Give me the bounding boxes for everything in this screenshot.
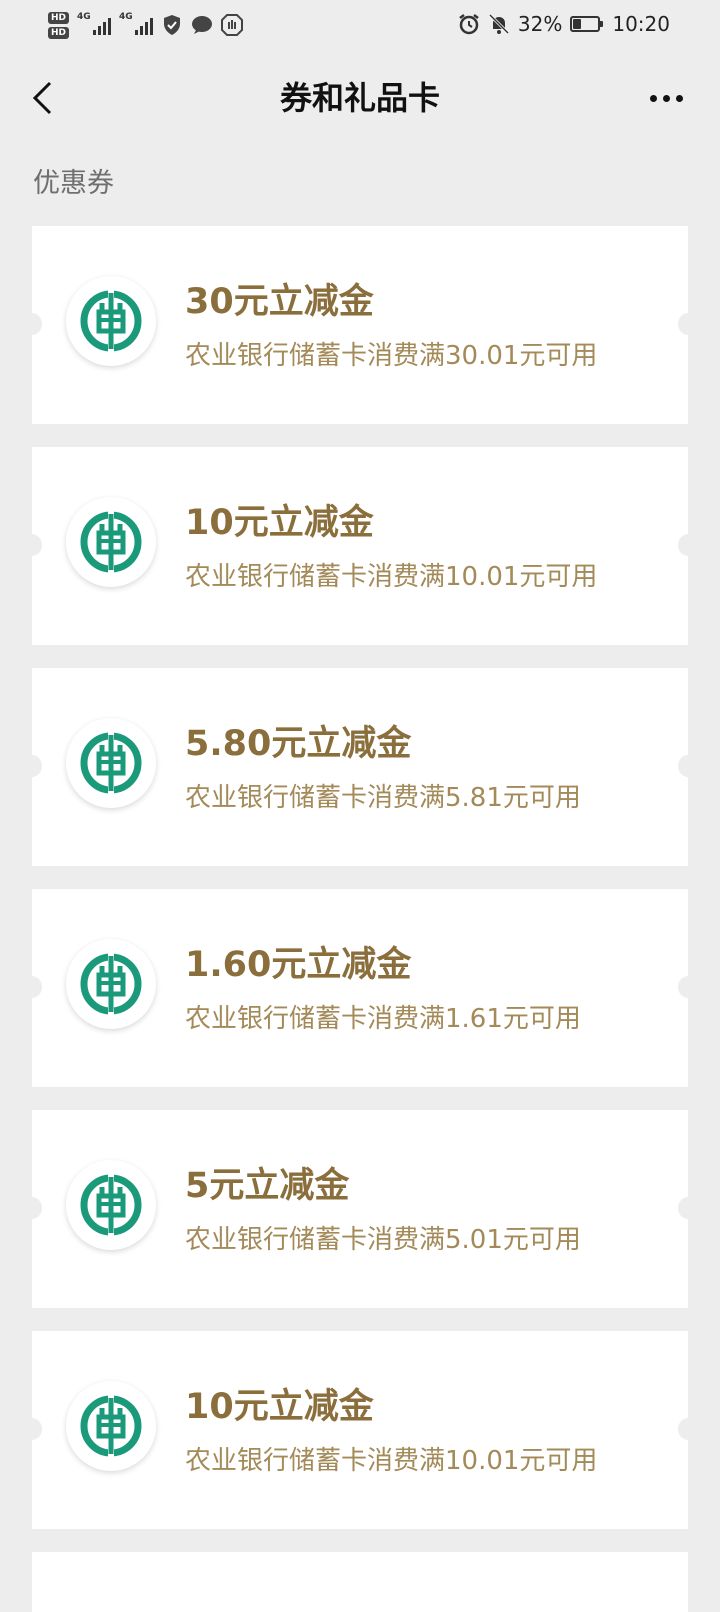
more-button[interactable]	[642, 74, 690, 122]
signal-icon-2: 4G	[119, 12, 154, 37]
card-notch-right	[678, 1418, 698, 1440]
status-bar-left: HD HD 4G 4G	[48, 6, 244, 44]
coupon-title: 5元立减金	[185, 1166, 350, 1206]
alarm-clock-icon	[458, 13, 480, 35]
coupon-title: 1.60元立减金	[185, 945, 412, 985]
coupon-card[interactable]	[32, 1552, 688, 1612]
coupon-card[interactable]: 5.80元立减金 农业银行储蓄卡消费满5.81元可用	[22, 668, 698, 866]
abc-bank-logo-icon	[66, 718, 156, 808]
coupon-title: 10元立减金	[185, 503, 374, 543]
coupon-list: 30元立减金 农业银行储蓄卡消费满30.01元可用 10元立减金 农业银行储蓄卡…	[22, 226, 698, 1612]
abc-bank-logo-icon	[66, 1160, 156, 1250]
battery-percent: 32%	[517, 12, 563, 36]
more-dot	[649, 94, 657, 102]
coupon-card[interactable]: 1.60元立减金 农业银行储蓄卡消费满1.61元可用	[22, 889, 698, 1087]
status-bar-right: 32% 10:20	[458, 10, 670, 38]
coupon-card[interactable]: 5元立减金 农业银行储蓄卡消费满5.01元可用	[22, 1110, 698, 1308]
card-notch-right	[678, 534, 698, 556]
coupon-description: 农业银行储蓄卡消费满10.01元可用	[185, 562, 598, 592]
coupon-card[interactable]: 10元立减金 农业银行储蓄卡消费满10.01元可用	[22, 1331, 698, 1529]
bell-off-icon	[488, 13, 510, 35]
coupon-description: 农业银行储蓄卡消费满10.01元可用	[185, 1446, 598, 1476]
battery-fill	[573, 19, 582, 29]
coupon-card[interactable]: 30元立减金 农业银行储蓄卡消费满30.01元可用	[22, 226, 698, 424]
abc-bank-logo-icon	[66, 1381, 156, 1471]
page-title: 券和礼品卡	[279, 79, 440, 117]
card-notch-left	[22, 313, 42, 335]
abc-bank-logo-icon	[66, 276, 156, 366]
abc-bank-logo-icon	[66, 497, 156, 587]
coupon-card[interactable]: 10元立减金 农业银行储蓄卡消费满10.01元可用	[22, 447, 698, 645]
network-type-2: 4G	[119, 12, 133, 22]
card-notch-left	[22, 1418, 42, 1440]
battery-icon	[570, 16, 604, 32]
card-notch-left	[22, 976, 42, 998]
coupon-title: 10元立减金	[185, 1387, 374, 1427]
card-notch-right	[678, 313, 698, 335]
hand-stop-icon	[221, 14, 244, 36]
card-notch-right	[678, 976, 698, 998]
shield-check-icon	[161, 14, 183, 36]
hd-badge-1: HD	[48, 11, 70, 24]
more-dot	[675, 94, 683, 102]
network-type-1: 4G	[77, 12, 91, 22]
chat-bubble-icon	[191, 14, 213, 36]
coupon-title: 30元立减金	[185, 282, 374, 322]
card-notch-left	[22, 534, 42, 556]
status-bar: HD HD 4G 4G 32% 10:20	[0, 0, 720, 48]
nav-bar: 券和礼品卡	[0, 48, 720, 148]
coupon-description: 农业银行储蓄卡消费满30.01元可用	[185, 341, 598, 371]
coupon-title: 5.80元立减金	[185, 724, 412, 764]
card-notch-right	[678, 1197, 698, 1219]
abc-bank-logo-icon	[66, 939, 156, 1029]
hd-badge-2: HD	[48, 26, 70, 39]
card-notch-left	[22, 1197, 42, 1219]
hd-indicators: HD HD	[48, 11, 70, 39]
card-notch-right	[678, 755, 698, 777]
coupon-description: 农业银行储蓄卡消费满5.81元可用	[185, 783, 581, 813]
signal-icon-1: 4G	[77, 12, 112, 37]
clock-time: 10:20	[612, 12, 670, 36]
card-notch-left	[22, 755, 42, 777]
coupon-description: 农业银行储蓄卡消费满1.61元可用	[185, 1004, 581, 1034]
more-dot	[662, 94, 670, 102]
section-title-coupons: 优惠券	[33, 168, 114, 199]
coupon-description: 农业银行储蓄卡消费满5.01元可用	[185, 1225, 581, 1255]
